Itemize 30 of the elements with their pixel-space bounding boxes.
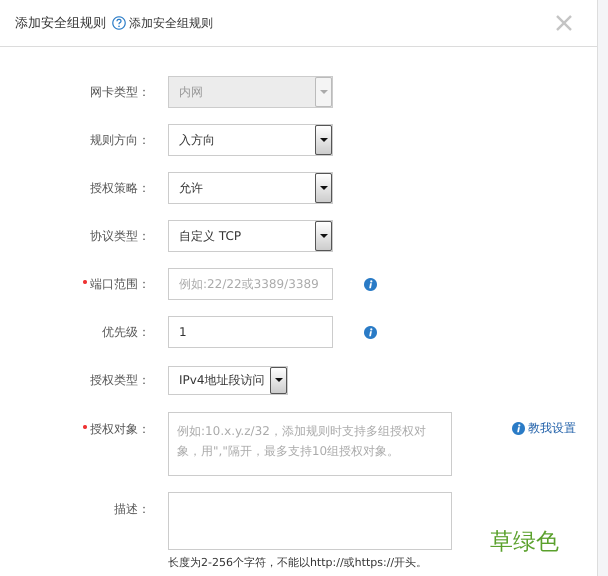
- field-label: 协议类型：: [90, 228, 150, 244]
- field-label: 授权对象：: [83, 421, 150, 438]
- annotation-text: 草绿色: [490, 528, 559, 557]
- field-label: 规则方向：: [90, 132, 150, 148]
- field-label: 授权类型：: [90, 372, 150, 388]
- hint-text: 长度为2-256个字符，不能以http://或https://开头。: [168, 555, 428, 570]
- text-area[interactable]: 例如:10.x.y.z/32，添加规则时支持多组授权对象，用","隔开，最多支持10组授权对象。: [168, 412, 452, 476]
- field-label: 优先级：: [102, 324, 150, 340]
- help-icon[interactable]: [112, 16, 126, 30]
- help-link[interactable]: 添加安全组规则: [129, 14, 213, 32]
- caret-icon: [270, 366, 287, 394]
- select-field[interactable]: 允许: [168, 172, 333, 204]
- caret-icon: [315, 221, 332, 251]
- select-field[interactable]: 自定义 TCP: [168, 220, 333, 252]
- field-label: 端口范围：: [83, 276, 150, 292]
- select-field[interactable]: 入方向: [168, 124, 333, 156]
- field-label: 网卡类型：: [90, 84, 150, 100]
- field-label: 授权策略：: [90, 180, 150, 196]
- info-icon: [512, 422, 525, 435]
- input-field[interactable]: 例如:22/22或3389/3389: [168, 268, 333, 300]
- caret-icon: [315, 77, 332, 107]
- info-icon[interactable]: [364, 278, 377, 290]
- field-label: 描述：: [114, 501, 150, 518]
- caret-icon: [315, 125, 332, 155]
- input-field[interactable]: 1: [168, 316, 333, 348]
- dialog-title: 添加安全组规则: [15, 15, 106, 32]
- guide-link[interactable]: 教我设置: [512, 420, 576, 437]
- select-field[interactable]: IPv4地址段访问: [168, 366, 288, 394]
- info-icon[interactable]: [364, 326, 377, 338]
- caret-icon: [315, 173, 332, 203]
